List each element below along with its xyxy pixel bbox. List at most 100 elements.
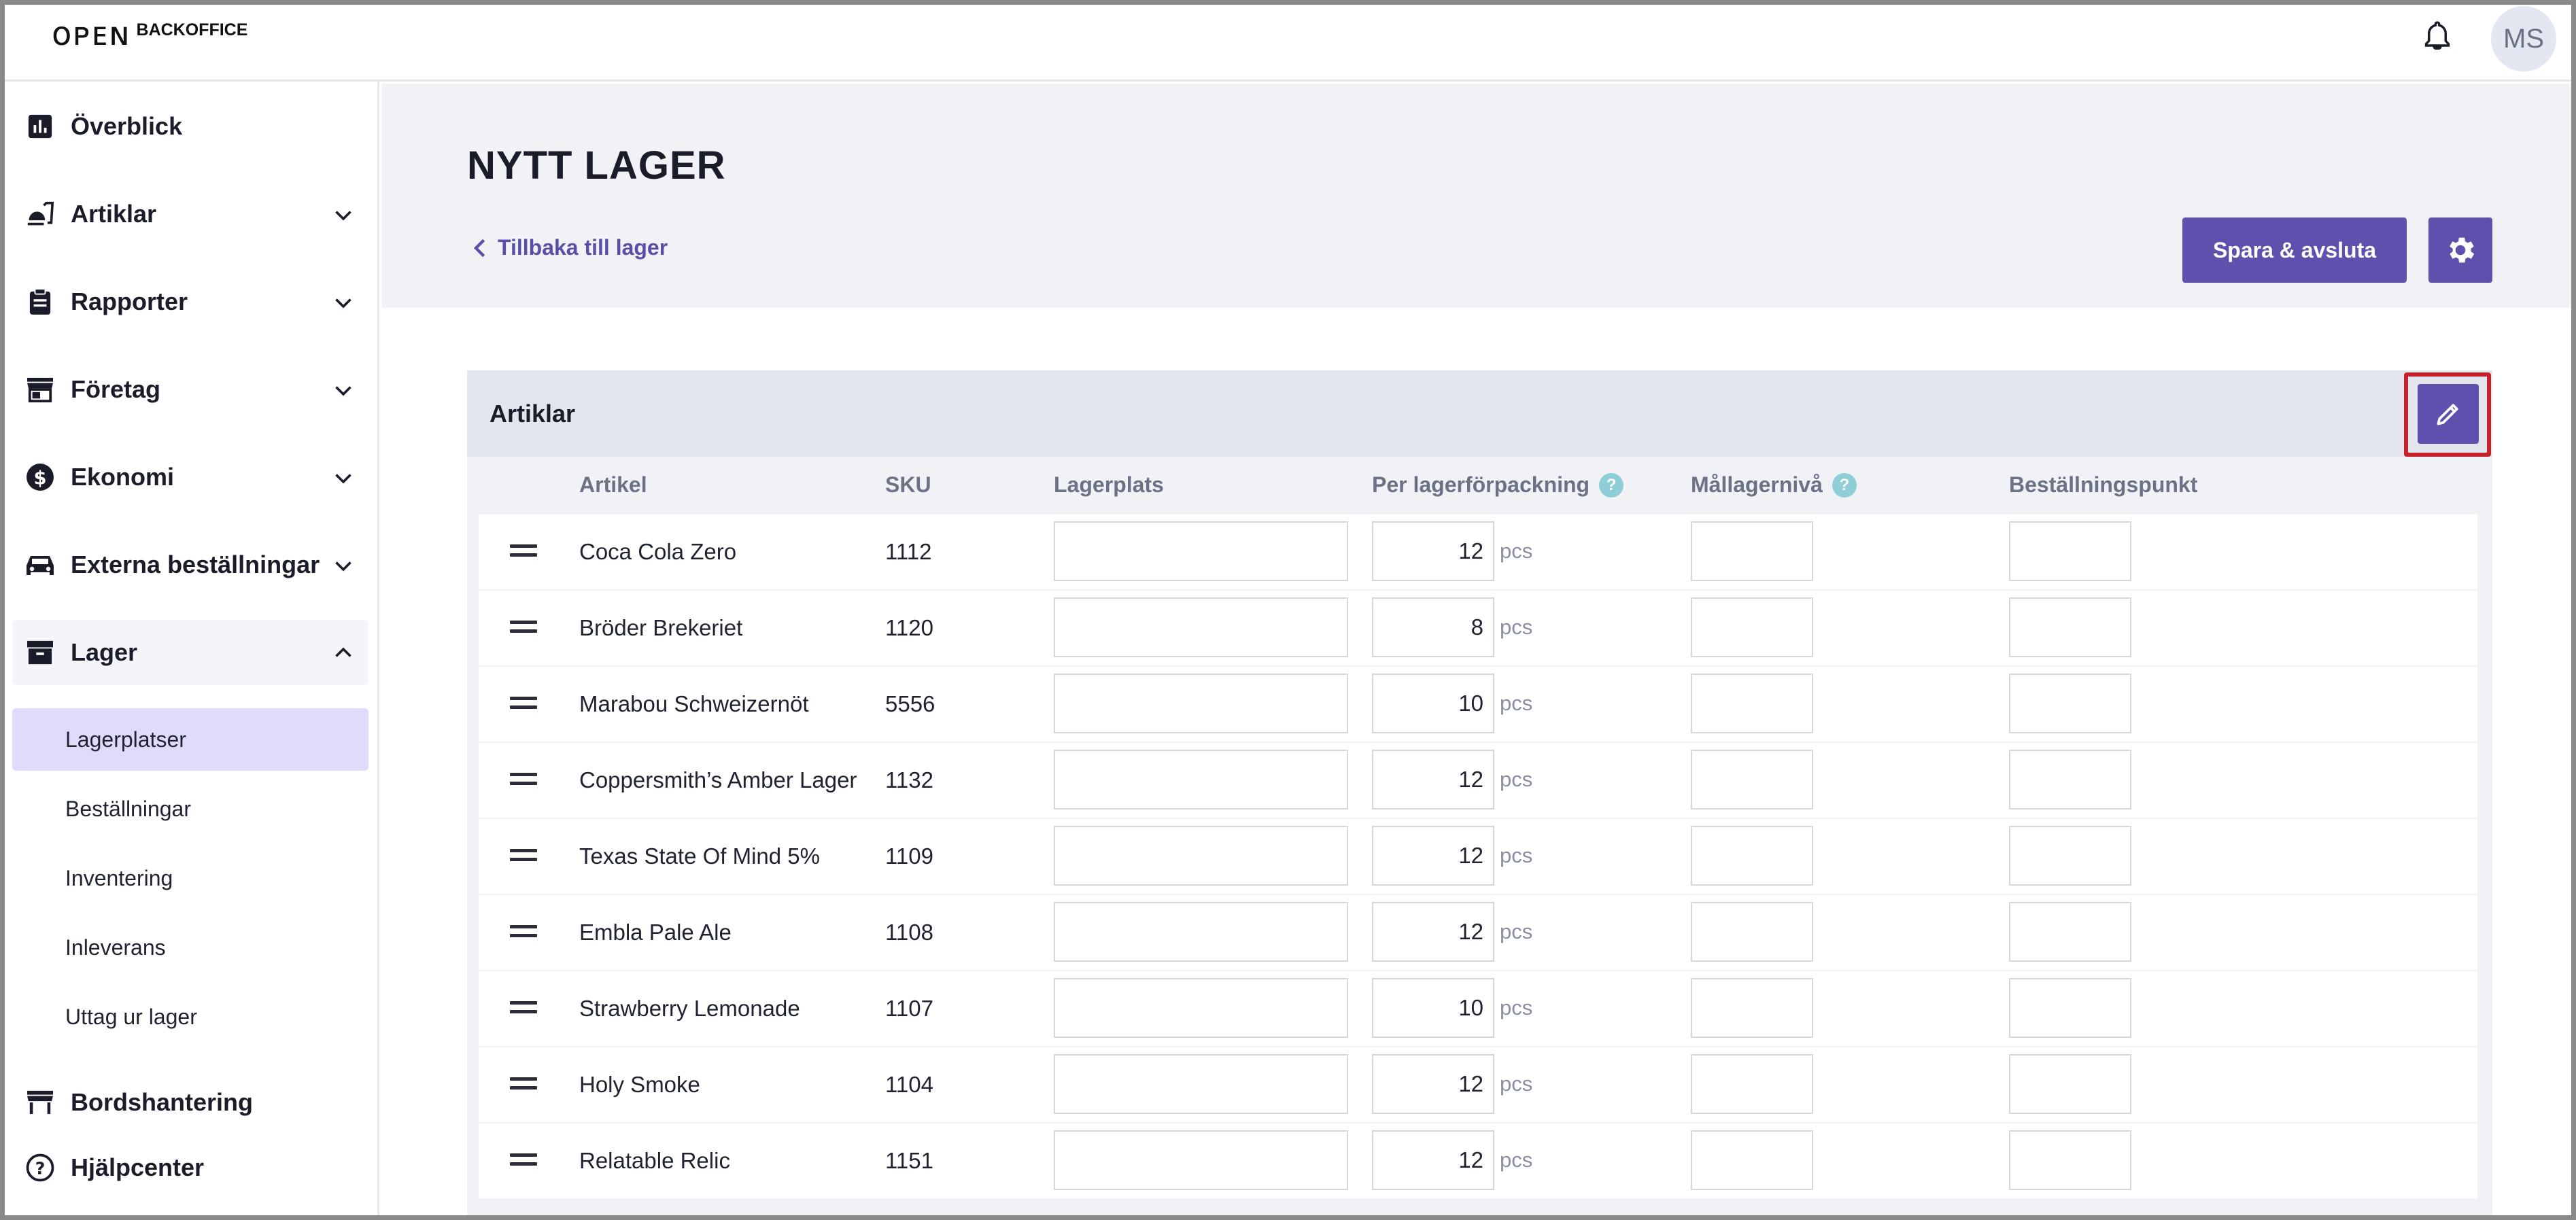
chevron-down-icon [335, 561, 351, 572]
article-sku: 1108 [885, 920, 933, 945]
drag-handle-icon[interactable] [510, 925, 537, 939]
drag-handle-icon[interactable] [510, 773, 537, 786]
sidebar-sub-label: Lagerplatser [65, 727, 186, 752]
help-icon[interactable]: ? [1832, 472, 1857, 498]
order-point-input[interactable] [2009, 978, 2131, 1038]
per-pack-input[interactable]: 12 [1372, 826, 1494, 886]
target-level-input[interactable] [1691, 826, 1813, 886]
order-point-input[interactable] [2009, 1130, 2131, 1190]
chevron-down-icon [335, 298, 351, 309]
archive-icon [23, 635, 57, 669]
target-level-input[interactable] [1691, 597, 1813, 657]
article-name: Marabou Schweizernöt [579, 691, 809, 716]
col-header-sku: SKU [885, 472, 931, 497]
sidebar-item-bordshantering[interactable]: Bordshantering [12, 1070, 368, 1135]
per-pack-input[interactable]: 10 [1372, 674, 1494, 733]
sidebar-item-ekonomi[interactable]: $ Ekonomi [12, 445, 368, 510]
target-level-input[interactable] [1691, 978, 1813, 1038]
drag-handle-icon[interactable] [510, 697, 537, 710]
table-row: Coca Cola Zero 1112 12 pcs [479, 515, 2477, 589]
order-point-input[interactable] [2009, 1054, 2131, 1114]
col-header-order-point: Beställningspunkt [2009, 472, 2198, 497]
article-sku: 1107 [885, 996, 933, 1021]
card-header [467, 370, 2492, 457]
location-input[interactable] [1054, 750, 1348, 809]
sidebar-item-artiklar[interactable]: Artiklar [12, 181, 368, 247]
sidebar-item-foretag[interactable]: Företag [12, 357, 368, 422]
col-header-per-pack-label: Per lagerförpackning [1372, 472, 1590, 497]
col-header-target-label: Mållagernivå [1691, 472, 1823, 497]
per-pack-input[interactable]: 8 [1372, 597, 1494, 657]
avatar[interactable]: MS [2491, 6, 2556, 71]
location-input[interactable] [1054, 826, 1348, 886]
sidebar-sub-label: Beställningar [65, 796, 191, 821]
save-and-close-button[interactable]: Spara & avsluta [2182, 217, 2407, 283]
edit-button[interactable] [2418, 384, 2479, 444]
chevron-down-icon [335, 474, 351, 484]
sidebar-sub-inventering[interactable]: Inventering [12, 847, 368, 909]
drag-handle-icon[interactable] [510, 1077, 537, 1091]
target-level-input[interactable] [1691, 521, 1813, 581]
location-input[interactable] [1054, 1054, 1348, 1114]
bell-icon[interactable] [2422, 19, 2453, 54]
order-point-input[interactable] [2009, 521, 2131, 581]
order-point-input[interactable] [2009, 902, 2131, 962]
unit-label: pcs [1500, 615, 1533, 639]
target-level-input[interactable] [1691, 750, 1813, 809]
sidebar-sub-inleverans[interactable]: Inleverans [12, 916, 368, 979]
target-level-input[interactable] [1691, 1054, 1813, 1114]
drag-handle-icon[interactable] [510, 621, 537, 634]
article-name: Coppersmith’s Amber Lager [579, 767, 857, 792]
per-pack-input[interactable]: 12 [1372, 750, 1494, 809]
drag-handle-icon[interactable] [510, 1153, 537, 1167]
order-point-input[interactable] [2009, 826, 2131, 886]
location-input[interactable] [1054, 978, 1348, 1038]
table-row: Strawberry Lemonade 1107 10 pcs [479, 971, 2477, 1046]
article-sku: 5556 [885, 691, 935, 716]
target-level-input[interactable] [1691, 1130, 1813, 1190]
per-pack-input[interactable]: 12 [1372, 1130, 1494, 1190]
per-pack-input[interactable]: 12 [1372, 1054, 1494, 1114]
sidebar-sub-uttag-ur-lager[interactable]: Uttag ur lager [12, 986, 368, 1048]
sidebar-item-externa-bestallningar[interactable]: Externa beställningar [12, 532, 368, 597]
settings-button[interactable] [2428, 217, 2492, 283]
location-input[interactable] [1054, 674, 1348, 733]
sidebar-item-overblick[interactable]: Överblick [12, 94, 368, 159]
chart-icon [23, 109, 57, 143]
article-sku: 1132 [885, 767, 933, 792]
sidebar-item-label: Artiklar [71, 200, 157, 228]
sidebar-item-rapporter[interactable]: Rapporter [12, 269, 368, 334]
order-point-input[interactable] [2009, 674, 2131, 733]
chevron-down-icon [335, 386, 351, 396]
per-pack-input[interactable]: 10 [1372, 978, 1494, 1038]
sidebar-item-lager[interactable]: Lager [12, 620, 368, 685]
table-row: Embla Pale Ale 1108 12 pcs [479, 895, 2477, 970]
location-input[interactable] [1054, 1130, 1348, 1190]
logo[interactable]: ᴏᴘᴇɴ BACKOFFICE [52, 18, 247, 50]
sidebar-sub-lagerplatser[interactable]: Lagerplatser [12, 708, 368, 771]
order-point-input[interactable] [2009, 597, 2131, 657]
order-point-input[interactable] [2009, 750, 2131, 809]
sidebar-sub-bestallningar[interactable]: Beställningar [12, 778, 368, 840]
drag-handle-icon[interactable] [510, 1001, 537, 1015]
back-link[interactable]: Tillbaka till lager [472, 235, 668, 260]
article-name: Holy Smoke [579, 1072, 700, 1097]
help-icon[interactable]: ? [1599, 472, 1624, 498]
location-input[interactable] [1054, 902, 1348, 962]
col-header-article: Artikel [579, 472, 647, 497]
target-level-input[interactable] [1691, 674, 1813, 733]
article-name: Relatable Relic [579, 1148, 730, 1173]
logo-mark: ᴏᴘᴇɴ [52, 15, 131, 53]
sidebar-item-hjalpcenter[interactable]: ? Hjälpcenter [12, 1135, 368, 1200]
drag-handle-icon[interactable] [510, 544, 537, 558]
card-title: Artiklar [490, 400, 576, 428]
target-level-input[interactable] [1691, 902, 1813, 962]
per-pack-input[interactable]: 12 [1372, 521, 1494, 581]
article-sku: 1109 [885, 843, 933, 869]
drag-handle-icon[interactable] [510, 849, 537, 862]
location-input[interactable] [1054, 597, 1348, 657]
per-pack-input[interactable]: 12 [1372, 902, 1494, 962]
location-input[interactable] [1054, 521, 1348, 581]
unit-label: pcs [1500, 996, 1533, 1019]
car-icon [23, 548, 57, 582]
